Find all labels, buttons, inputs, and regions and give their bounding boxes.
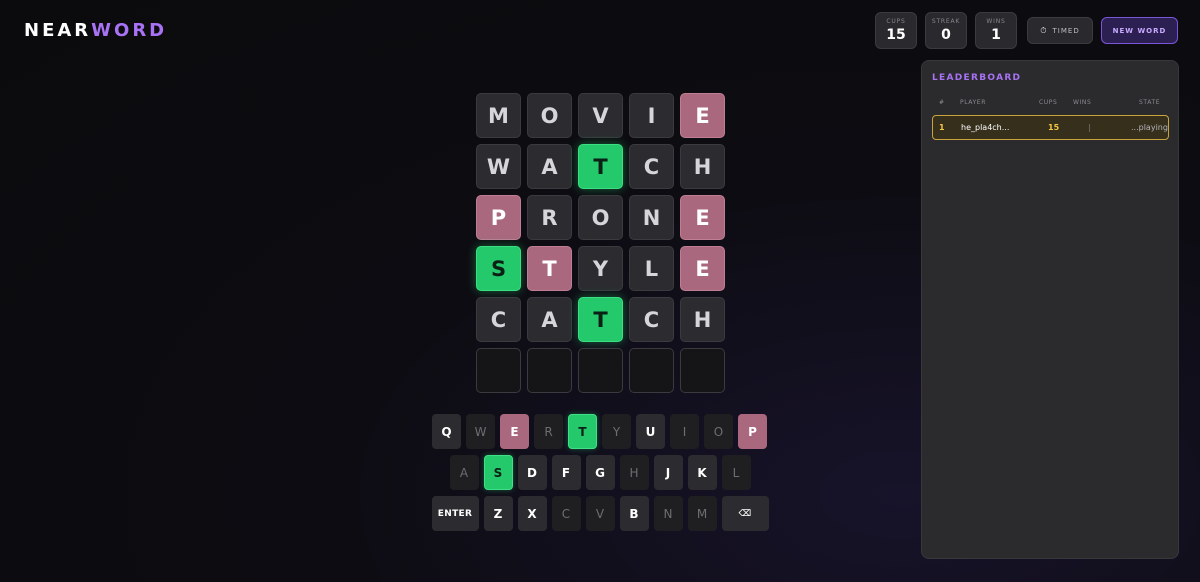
backspace-icon[interactable]: ⌫: [721, 496, 769, 531]
stat-cups: CUPS 15: [875, 12, 917, 49]
key-b[interactable]: B: [619, 496, 649, 531]
empty-tile: [629, 348, 674, 393]
key-v[interactable]: V: [585, 496, 615, 531]
board-row: WATCH: [476, 144, 725, 189]
letter-tile-present: E: [680, 246, 725, 291]
key-y[interactable]: Y: [602, 414, 631, 449]
app-logo: NEARWORD: [24, 20, 167, 41]
board-row: CATCH: [476, 297, 725, 342]
key-o[interactable]: O: [704, 414, 733, 449]
board-row: PRONE: [476, 195, 725, 240]
letter-tile-present: P: [476, 195, 521, 240]
letter-tile-present: E: [680, 195, 725, 240]
col-state: STATE: [1139, 99, 1161, 106]
key-r[interactable]: R: [534, 414, 563, 449]
leaderboard-state: ...playing: [1131, 123, 1168, 132]
enter-key[interactable]: ENTER: [431, 496, 479, 531]
header-stats: CUPS 15 STREAK 0 WINS 1 ⏱ TIMED NEW WORD: [875, 12, 1178, 49]
letter-tile-absent: M: [476, 93, 521, 138]
key-j[interactable]: J: [653, 455, 683, 490]
key-i[interactable]: I: [670, 414, 699, 449]
empty-tile: [680, 348, 725, 393]
stat-streak: STREAK 0: [925, 12, 967, 49]
letter-tile-absent: O: [527, 93, 572, 138]
key-t[interactable]: T: [568, 414, 597, 449]
letter-tile-absent: N: [629, 195, 674, 240]
board-row: MOVIE: [476, 93, 725, 138]
board-row: [476, 348, 725, 393]
leaderboard-cups: 15: [1048, 123, 1060, 132]
key-d[interactable]: D: [517, 455, 547, 490]
letter-tile-correct: T: [578, 144, 623, 189]
col-player: PLAYER: [960, 99, 986, 106]
letter-tile-absent: C: [476, 297, 521, 342]
letter-tile-absent: L: [629, 246, 674, 291]
letter-tile-absent: C: [629, 297, 674, 342]
key-x[interactable]: X: [517, 496, 547, 531]
letter-tile-correct: S: [476, 246, 521, 291]
col-wins: WINS: [1073, 99, 1092, 106]
key-s[interactable]: S: [483, 455, 513, 490]
stat-streak-label: STREAK: [931, 18, 961, 25]
stat-cups-value: 15: [886, 27, 906, 43]
stat-wins-value: 1: [991, 27, 1001, 43]
leaderboard-rank: 1: [939, 123, 945, 132]
logo-part-word: WORD: [91, 20, 168, 41]
empty-tile: [527, 348, 572, 393]
stat-wins-label: WINS: [986, 18, 1006, 25]
key-c[interactable]: C: [551, 496, 581, 531]
key-m[interactable]: M: [687, 496, 717, 531]
stopwatch-icon: ⏱: [1040, 25, 1048, 35]
leaderboard-panel: LEADERBOARD # PLAYER CUPS WINS STATE 1 h…: [921, 60, 1179, 559]
letter-tile-absent: A: [527, 144, 572, 189]
key-n[interactable]: N: [653, 496, 683, 531]
key-q[interactable]: Q: [432, 414, 461, 449]
letter-tile-absent: C: [629, 144, 674, 189]
key-f[interactable]: F: [551, 455, 581, 490]
board-row: STYLE: [476, 246, 725, 291]
leaderboard-wins: |: [1088, 123, 1091, 132]
new-word-button[interactable]: NEW WORD: [1101, 17, 1178, 44]
letter-tile-correct: T: [578, 297, 623, 342]
letter-tile-absent: O: [578, 195, 623, 240]
letter-tile-absent: Y: [578, 246, 623, 291]
letter-tile-absent: H: [680, 297, 725, 342]
col-cups: CUPS: [1039, 99, 1058, 106]
key-p[interactable]: P: [738, 414, 767, 449]
leaderboard-player: he_pla4ch...: [961, 123, 1010, 132]
letter-tile-absent: W: [476, 144, 521, 189]
key-g[interactable]: G: [585, 455, 615, 490]
empty-tile: [476, 348, 521, 393]
leaderboard-title: LEADERBOARD: [932, 73, 1022, 83]
stat-streak-value: 0: [941, 27, 951, 43]
letter-tile-present: T: [527, 246, 572, 291]
key-l[interactable]: L: [721, 455, 751, 490]
letter-tile-absent: R: [527, 195, 572, 240]
logo-part-near: NEAR: [24, 20, 92, 41]
empty-tile: [578, 348, 623, 393]
timed-label: TIMED: [1052, 26, 1080, 35]
stat-wins: WINS 1: [975, 12, 1017, 49]
key-k[interactable]: K: [687, 455, 717, 490]
stat-cups-label: CUPS: [886, 18, 906, 25]
key-u[interactable]: U: [636, 414, 665, 449]
letter-tile-absent: A: [527, 297, 572, 342]
timed-toggle-button[interactable]: ⏱ TIMED: [1027, 17, 1093, 44]
leaderboard-row[interactable]: 1 he_pla4ch... 15 | ...playing: [932, 115, 1169, 140]
letter-tile-present: E: [680, 93, 725, 138]
key-h[interactable]: H: [619, 455, 649, 490]
key-z[interactable]: Z: [483, 496, 513, 531]
letter-tile-absent: V: [578, 93, 623, 138]
letter-tile-absent: I: [629, 93, 674, 138]
key-e[interactable]: E: [500, 414, 529, 449]
letter-tile-absent: H: [680, 144, 725, 189]
col-rank: #: [939, 99, 945, 106]
key-a[interactable]: A: [449, 455, 479, 490]
guess-board: MOVIEWATCHPRONESTYLECATCH: [476, 93, 725, 399]
key-w[interactable]: W: [466, 414, 495, 449]
